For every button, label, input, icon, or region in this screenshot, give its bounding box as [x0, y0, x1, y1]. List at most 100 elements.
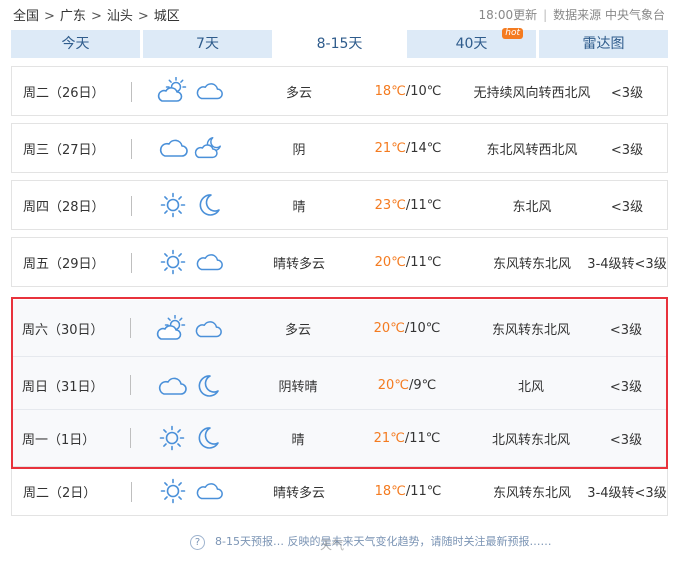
- sun-icon: [157, 238, 189, 286]
- forecast-temperature: 18℃/10℃: [357, 67, 459, 115]
- forecast-day: 周二（26日）: [23, 85, 105, 101]
- watermark: 天气: [320, 538, 345, 552]
- forecast-day: 周五（29日）: [23, 256, 105, 272]
- group-row-separator: [13, 409, 666, 410]
- forecast-row: 周一（1日） 晴 21℃/11℃ 北风转东北风 <3级: [11, 410, 668, 466]
- forecast-wind-level: <3级: [610, 85, 644, 101]
- forecast-weather: 阴: [292, 142, 306, 158]
- forecast-temperature: 21℃/14℃: [357, 124, 459, 172]
- breadcrumb: 全国 > 广东 > 汕头 > 城区: [13, 5, 180, 24]
- forecast-wind-level: <3级: [610, 142, 644, 158]
- forecast-day: 周三（27日）: [23, 142, 105, 158]
- row-divider: [131, 482, 132, 502]
- temp-low: /11℃: [405, 483, 442, 499]
- temp-high: 21℃: [374, 140, 406, 156]
- forecast-wind-level: 3-4级转<3级: [587, 485, 667, 501]
- temp-high: 20℃: [373, 321, 405, 336]
- forecast-row: 周五（29日） 晴转多云 20℃/11℃ 东风转东北风 3-4级转<3级: [11, 237, 668, 287]
- group-row-separator: [13, 356, 666, 357]
- temp-low: /14℃: [405, 140, 442, 156]
- row-divider: [131, 253, 132, 273]
- forecast-day: 周一（1日）: [22, 432, 96, 448]
- forecast-wind-level: <3级: [610, 199, 644, 215]
- cloudy-icon: [194, 238, 224, 286]
- temp-low: /11℃: [405, 254, 442, 270]
- forecast-temperature: 21℃/11℃: [356, 410, 458, 466]
- forecast-weather: 多云: [284, 323, 311, 338]
- row-divider: [130, 375, 131, 395]
- moon-icon: [193, 357, 223, 414]
- forecast-row: 周六（30日） 多云 20℃/10℃ 东风转东北风 <3级: [11, 300, 668, 357]
- temp-low: /10℃: [404, 321, 441, 336]
- temp-high: 18℃: [374, 483, 406, 499]
- data-source: 数据来源 中央气象台: [553, 8, 665, 22]
- forecast-note: ? 8-15天预报… 反映的是未来天气变化趋势，请随时关注最新预报……: [190, 533, 551, 550]
- breadcrumb-item-city[interactable]: 汕头: [107, 5, 133, 24]
- forecast-tabs: 今天 7天 8-15天 40天 hot 雷达图: [11, 28, 668, 58]
- temp-high: 18℃: [374, 83, 406, 99]
- tab-40-days-label: 40天: [455, 36, 488, 52]
- temp-high: 20℃: [374, 254, 406, 270]
- cloudy-icon: [193, 300, 223, 357]
- tab-40-days[interactable]: 40天 hot: [407, 28, 536, 58]
- forecast-wind-level: <3级: [609, 432, 643, 448]
- forecast-wind-level: <3级: [609, 323, 643, 338]
- tab-radar[interactable]: 雷达图: [539, 30, 668, 58]
- forecast-temperature: 20℃/11℃: [357, 238, 459, 286]
- partly-cloudy-night-icon: [194, 124, 224, 172]
- tab-today[interactable]: 今天: [11, 30, 140, 58]
- forecast-weather: 晴转多云: [272, 256, 325, 272]
- forecast-temperature: 20℃/9℃: [356, 357, 458, 414]
- forecast-row: 周三（27日） 阴 21℃/14℃ 东北风转西北风 <3级: [11, 123, 668, 173]
- update-time: 18:00更新: [478, 8, 538, 22]
- update-meta: 18:00更新 | 数据来源 中央气象台: [479, 6, 665, 23]
- breadcrumb-item-country[interactable]: 全国: [13, 5, 39, 24]
- partly-cloudy-day-icon: [157, 67, 189, 115]
- moon-icon: [193, 410, 223, 466]
- forecast-row: 周二（26日） 多云 18℃/10℃ 无持续风向转西北风 <3级: [11, 66, 668, 116]
- forecast-day: 周六（30日）: [22, 323, 104, 338]
- row-divider: [130, 318, 131, 338]
- forecast-weather: 晴转多云: [272, 485, 325, 501]
- tab-7-days[interactable]: 7天: [143, 30, 272, 58]
- breadcrumb-separator: >: [90, 9, 102, 24]
- forecast-day: 周二（2日）: [23, 485, 97, 501]
- forecast-note-text: 8-15天预报… 反映的是未来天气变化趋势，请随时关注最新预报……: [215, 535, 552, 548]
- cloudy-icon: [157, 124, 189, 172]
- row-divider: [131, 139, 132, 159]
- partly-cloudy-day-icon: [156, 300, 188, 357]
- row-divider: [130, 428, 131, 448]
- sun-icon: [156, 410, 188, 466]
- forecast-temperature: 23℃/11℃: [357, 181, 459, 229]
- forecast-weather: 多云: [285, 85, 312, 101]
- temp-low: /10℃: [405, 83, 442, 99]
- forecast-wind-level: <3级: [609, 380, 643, 395]
- breadcrumb-separator: >: [137, 9, 149, 24]
- temp-low: /11℃: [404, 430, 441, 446]
- temp-high: 20℃: [377, 378, 409, 393]
- forecast-temperature: 18℃/11℃: [357, 467, 459, 515]
- forecast-day: 周日（31日）: [22, 380, 104, 395]
- cloudy-icon: [194, 67, 224, 115]
- cloudy-icon: [194, 467, 224, 515]
- breadcrumb-item-province[interactable]: 广东: [60, 5, 86, 24]
- tab-8-15-days[interactable]: 8-15天: [275, 30, 404, 58]
- sun-icon: [157, 467, 189, 515]
- hot-badge: hot: [502, 28, 523, 39]
- cloudy-icon: [156, 357, 188, 414]
- forecast-weather: 阴转晴: [278, 380, 318, 395]
- forecast-wind-level: 3-4级转<3级: [587, 256, 667, 272]
- forecast-temperature: 20℃/10℃: [356, 300, 458, 357]
- forecast-row: 周四（28日） 晴 23℃/11℃ 东北风 <3级: [11, 180, 668, 230]
- forecast-row: 周二（2日） 晴转多云 18℃/11℃ 东风转东北风 3-4级转<3级: [11, 466, 668, 516]
- forecast-weather: 晴: [292, 199, 306, 215]
- sun-icon: [157, 181, 189, 229]
- row-divider: [131, 196, 132, 216]
- forecast-weather: 晴: [291, 432, 305, 448]
- breadcrumb-separator: >: [44, 9, 55, 24]
- breadcrumb-item-district[interactable]: 城区: [154, 5, 180, 24]
- help-icon[interactable]: ?: [190, 534, 205, 550]
- meta-divider: |: [543, 8, 548, 22]
- temp-high: 21℃: [373, 430, 405, 446]
- temp-low: /9℃: [408, 378, 437, 393]
